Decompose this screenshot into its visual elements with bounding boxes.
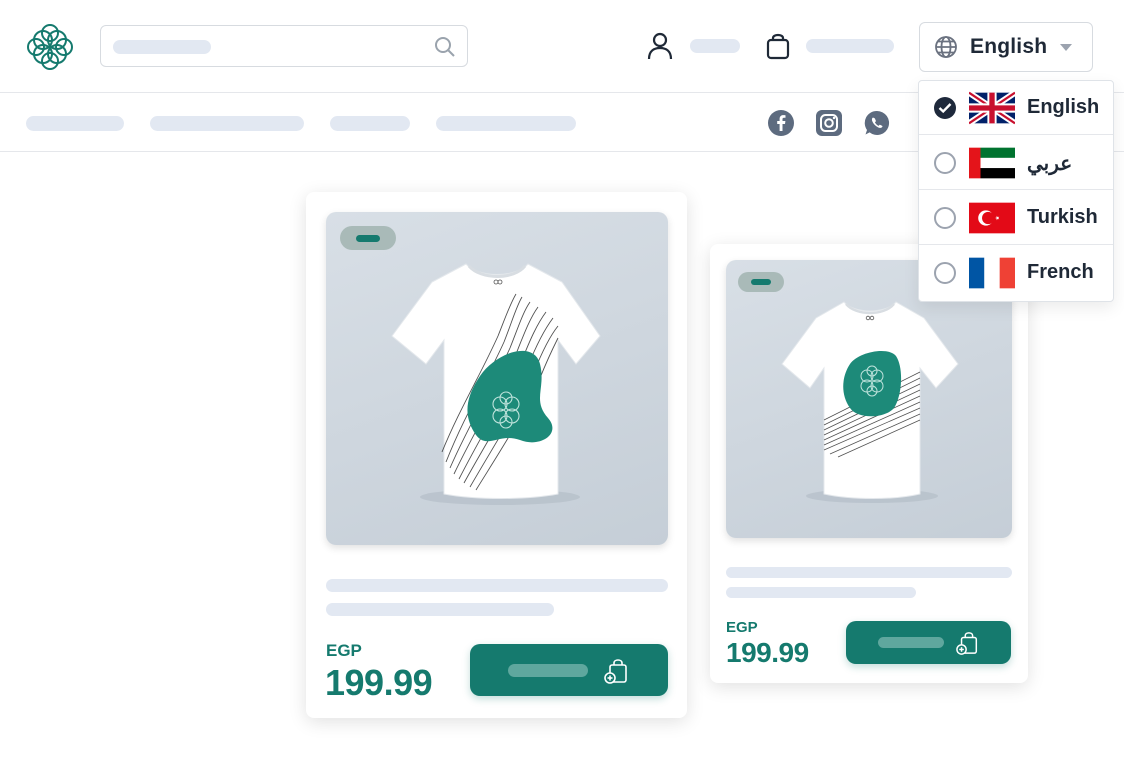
add-to-cart-label-placeholder xyxy=(508,664,588,677)
nav-item-4[interactable] xyxy=(436,116,576,131)
uk-flag-icon xyxy=(969,91,1015,125)
product-image[interactable] xyxy=(326,212,668,545)
product-price: 199.99 xyxy=(325,662,433,703)
add-to-cart-icon xyxy=(956,632,978,655)
add-to-cart-button[interactable] xyxy=(470,644,668,696)
language-option-english[interactable]: English xyxy=(919,81,1113,135)
language-option-french[interactable]: French xyxy=(919,246,1113,300)
radio-icon[interactable] xyxy=(934,262,956,284)
cart-link[interactable] xyxy=(764,30,894,62)
search-placeholder xyxy=(113,40,211,54)
tshirt-image-icon xyxy=(391,263,601,505)
logo-icon[interactable] xyxy=(24,21,76,73)
caret-down-icon xyxy=(1060,44,1072,51)
product-card[interactable]: EGP 199.99 xyxy=(710,244,1028,683)
product-subtitle-placeholder xyxy=(726,587,916,598)
language-option-label: English xyxy=(1027,96,1100,118)
language-option-arabic[interactable]: عربي xyxy=(919,136,1113,190)
turkey-flag-icon xyxy=(969,202,1015,234)
nav-item-1[interactable] xyxy=(26,116,124,131)
uae-flag-icon xyxy=(969,147,1015,179)
check-icon[interactable] xyxy=(934,97,956,119)
product-badge xyxy=(738,272,784,292)
globe-icon xyxy=(935,36,957,58)
language-selected-label: English xyxy=(970,35,1048,58)
search-icon[interactable] xyxy=(433,35,457,59)
radio-icon[interactable] xyxy=(934,152,956,174)
account-link[interactable] xyxy=(646,30,740,62)
product-title-placeholder xyxy=(726,567,1012,578)
language-dropdown: English عربي Turkish French xyxy=(918,80,1114,302)
product-card[interactable]: EGP 199.99 xyxy=(306,192,687,718)
product-price: 199.99 xyxy=(726,637,809,668)
radio-icon[interactable] xyxy=(934,207,956,229)
product-currency: EGP xyxy=(726,619,758,636)
language-option-label: French xyxy=(1027,261,1094,283)
bag-icon xyxy=(766,33,790,60)
add-to-cart-button[interactable] xyxy=(846,621,1011,664)
add-to-cart-icon xyxy=(604,659,627,684)
nav-item-2[interactable] xyxy=(150,116,304,131)
cart-label-placeholder xyxy=(806,39,894,53)
language-selector[interactable]: English xyxy=(919,22,1093,72)
language-option-turkish[interactable]: Turkish xyxy=(919,191,1113,245)
product-currency: EGP xyxy=(326,641,362,660)
search-input[interactable] xyxy=(100,25,468,67)
product-badge xyxy=(340,226,396,250)
product-subtitle-placeholder xyxy=(326,603,554,616)
language-option-label: Turkish xyxy=(1027,206,1098,228)
whatsapp-icon[interactable] xyxy=(864,110,890,136)
account-label-placeholder xyxy=(690,39,740,53)
add-to-cart-label-placeholder xyxy=(878,637,944,648)
language-option-label: عربي xyxy=(1027,153,1073,175)
instagram-icon[interactable] xyxy=(816,110,842,136)
france-flag-icon xyxy=(969,257,1015,289)
nav-item-3[interactable] xyxy=(330,116,410,131)
facebook-icon[interactable] xyxy=(768,110,794,136)
product-title-placeholder xyxy=(326,579,668,592)
user-icon xyxy=(647,32,673,60)
